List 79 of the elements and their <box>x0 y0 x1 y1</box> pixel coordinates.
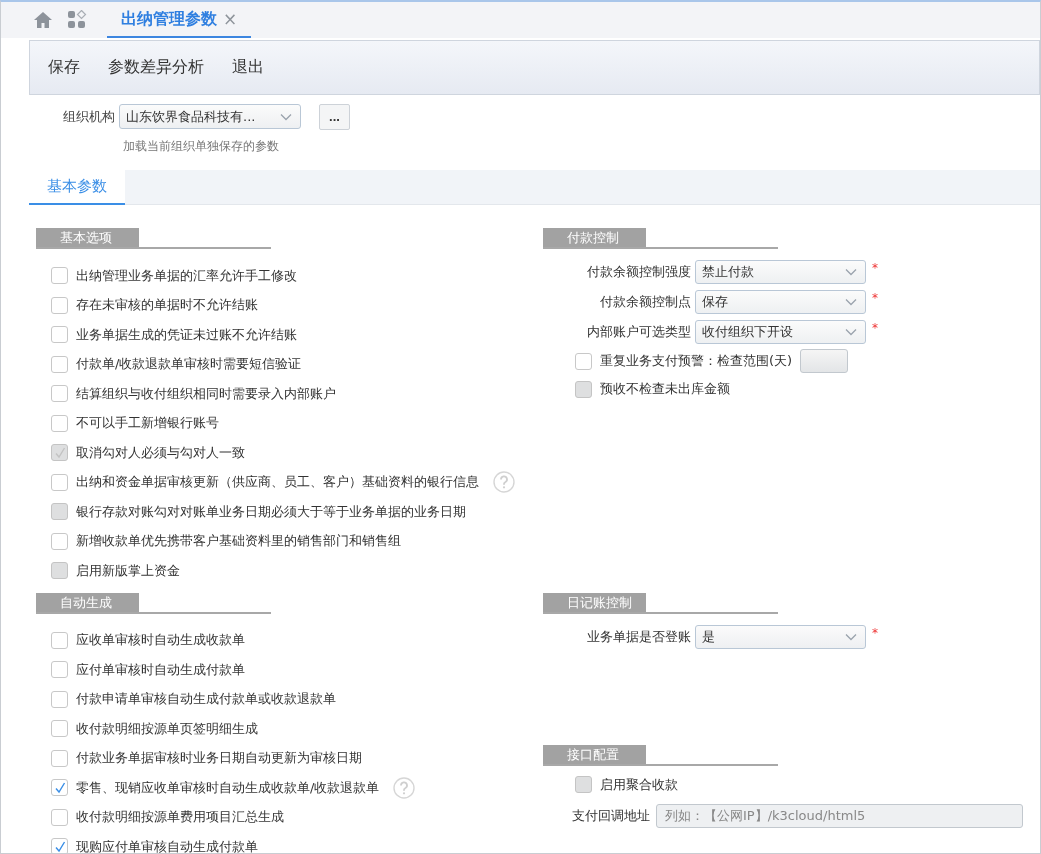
checkbox[interactable] <box>51 631 68 649</box>
checkbox[interactable] <box>51 355 68 373</box>
chevron-icon <box>845 268 857 276</box>
checkbox-label: 存在未审核的单据时不允许结账 <box>76 296 258 315</box>
checkbox[interactable] <box>51 838 68 853</box>
checkbox[interactable] <box>51 690 68 708</box>
checkbox-label: 预收不检查未出库金额 <box>600 380 730 398</box>
section-header: 日记账控制 <box>543 592 646 612</box>
checkbox-label: 付款申请单审核自动生成付款单或收款退款单 <box>76 690 336 709</box>
checkmark-icon <box>53 781 66 794</box>
dropdown[interactable]: 保存 <box>695 290 866 314</box>
field-label: 支付回调地址 <box>572 806 650 825</box>
help-icon[interactable] <box>393 776 416 799</box>
required-mark: * <box>872 291 878 305</box>
section-header: 接口配置 <box>543 744 646 764</box>
required-mark: * <box>872 321 878 335</box>
field-label: 付款余额控制强度 <box>586 263 691 281</box>
more-button[interactable]: ... <box>319 103 350 130</box>
dropdown[interactable]: 收付组织下开设 <box>695 320 866 344</box>
checkbox[interactable] <box>51 661 68 679</box>
field-label: 付款余额控制点 <box>599 293 691 311</box>
field-label: 业务单据是否登账 <box>586 627 691 646</box>
toolbar-button[interactable]: 保存 <box>40 53 88 82</box>
dropdown[interactable]: 禁止付款 <box>695 260 866 284</box>
checkbox-label: 付款单/收款退款单审核时需要短信验证 <box>76 355 302 374</box>
required-mark: * <box>872 625 878 640</box>
checkbox-label: 银行存款对账勾对对账单业务日期必须大于等于业务单据的业务日期 <box>76 502 466 521</box>
organization-dropdown[interactable]: 山东饮界食品科技有... <box>119 104 301 129</box>
checkbox[interactable] <box>51 749 68 767</box>
section-header: 自动生成 <box>36 592 139 612</box>
chevron-icon <box>280 112 292 121</box>
checkbox-label: 现购应付单审核自动生成付款单 <box>76 837 258 853</box>
chevron-icon <box>845 328 857 336</box>
checkbox[interactable] <box>575 352 592 370</box>
checkbox-label: 不可以手工新增银行账号 <box>76 414 219 433</box>
section-tab[interactable]: 基本参数 <box>29 170 125 205</box>
checkbox-label: 启用新版掌上资金 <box>76 561 180 580</box>
checkbox-label: 收付款明细按源单费用项目汇总生成 <box>76 808 284 827</box>
checkbox[interactable] <box>51 326 68 344</box>
input-field[interactable]: 列如：【公网IP】/k3cloud/html5 <box>656 803 1023 828</box>
checkbox[interactable] <box>51 720 68 738</box>
checkbox[interactable] <box>51 473 68 491</box>
toolbar-button[interactable]: 参数差异分析 <box>100 53 212 82</box>
hint-text: 加载当前组织单独保存的参数 <box>123 138 280 155</box>
required-mark: * <box>872 261 878 275</box>
page-tab[interactable]: 出纳管理参数 × <box>107 2 252 38</box>
field-label: 内部账户可选类型 <box>586 323 691 341</box>
checkbox-label: 新增收款单优先携带客户基础资料里的销售部门和销售组 <box>76 532 401 551</box>
checkbox[interactable] <box>51 414 68 432</box>
checkbox[interactable] <box>51 532 68 550</box>
checkbox-label: 收付款明细按源单页签明细生成 <box>76 719 258 738</box>
checkbox-label: 出纳和资金单据审核更新（供应商、员工、客户）基础资料的银行信息 <box>76 473 479 492</box>
checkbox-label: 业务单据生成的凭证未过账不允许结账 <box>76 325 297 344</box>
checkbox[interactable] <box>51 779 68 797</box>
toolbar-button[interactable]: 退出 <box>224 53 272 82</box>
checkbox[interactable] <box>51 296 68 314</box>
checkbox-label: 出纳管理业务单据的汇率允许手工修改 <box>76 266 297 285</box>
checkbox-label: 应收单审核时自动生成收款单 <box>76 631 245 650</box>
home-icon[interactable] <box>33 11 53 29</box>
section-header: 付款控制 <box>543 228 646 247</box>
dropdown[interactable]: 是 <box>695 624 866 649</box>
input-field[interactable] <box>800 349 849 373</box>
checkbox-label: 零售、现销应收单审核时自动生成收款单/收款退款单 <box>76 778 380 797</box>
checkmark-icon <box>53 840 66 853</box>
checkbox[interactable] <box>51 808 68 826</box>
checkbox-label: 结算组织与收付组织相同时需要录入内部账户 <box>76 384 336 403</box>
checkbox[interactable] <box>51 385 68 403</box>
apps-icon[interactable] <box>67 10 87 30</box>
checkbox-label: 启用聚合收款 <box>600 775 678 794</box>
chevron-icon <box>845 298 857 306</box>
checkbox-label: 应付单审核时自动生成付款单 <box>76 660 245 679</box>
field-label: 组织机构 <box>63 107 115 126</box>
section-header: 基本选项 <box>36 228 139 247</box>
help-icon[interactable] <box>493 471 515 494</box>
checkbox[interactable] <box>51 267 68 285</box>
chevron-icon <box>845 632 857 641</box>
checkbox-label: 付款业务单据审核时业务日期自动更新为审核日期 <box>76 749 362 768</box>
checkbox-label: 取消勾对人必须与勾对人一致 <box>76 443 245 462</box>
checkbox-label: 重复业务支付预警：检查范围(天) <box>600 352 793 370</box>
